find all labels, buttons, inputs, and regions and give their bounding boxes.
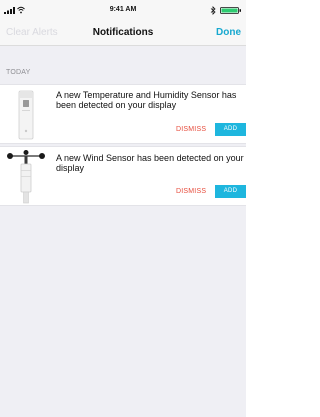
notification-message: A new Temperature and Humidity Sensor ha… (56, 90, 237, 110)
dismiss-button[interactable]: DISMISS (176, 126, 206, 133)
section-header-today: TODAY (6, 69, 31, 76)
battery-icon (220, 7, 241, 14)
page-title: Notifications (92, 27, 154, 38)
add-button[interactable]: ADD (215, 185, 246, 198)
status-bar: 9:41 AM (0, 0, 246, 20)
notification-message: A new Wind Sensor has been detected on y… (56, 153, 244, 173)
app-screen: 9:41 AM Clear Alerts Notifications Done … (0, 0, 246, 417)
dismiss-button[interactable]: DISMISS (176, 188, 206, 195)
add-button[interactable]: ADD (215, 123, 246, 136)
done-button[interactable]: Done (216, 27, 241, 38)
notification-card: A new Wind Sensor has been detected on y… (0, 146, 246, 206)
navigation-bar: Clear Alerts Notifications Done (0, 20, 246, 46)
bluetooth-icon (210, 6, 216, 15)
wind-sensor-icon (7, 150, 45, 204)
temperature-humidity-sensor-icon (18, 90, 34, 140)
notification-card: A new Temperature and Humidity Sensor ha… (0, 84, 246, 144)
